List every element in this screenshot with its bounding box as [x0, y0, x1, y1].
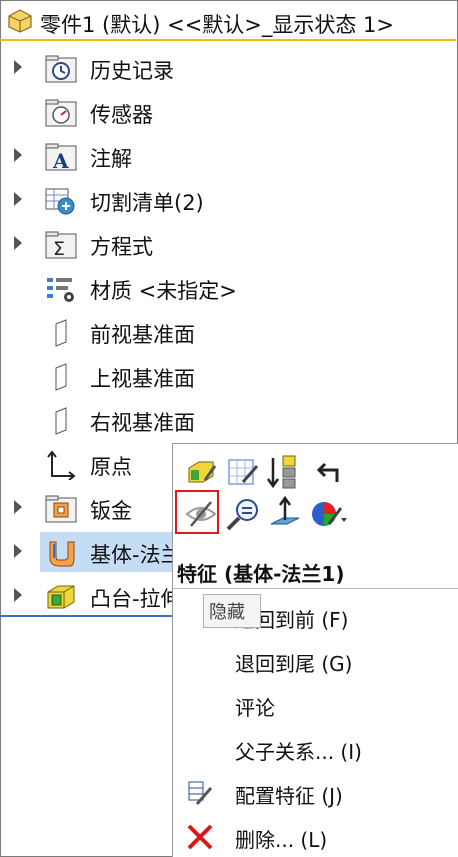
tree-item-sensors[interactable]: 传感器	[0, 92, 456, 132]
sensor-folder-icon	[45, 99, 77, 127]
tree-item-label: 右视基准面	[90, 411, 195, 435]
menu-item-label: 删除... (L)	[235, 828, 328, 852]
expand-arrow-icon[interactable]	[14, 148, 22, 162]
expand-arrow-icon[interactable]	[14, 60, 22, 74]
expand-arrow-icon[interactable]	[14, 192, 22, 206]
expand-arrow-icon[interactable]	[14, 544, 22, 558]
tree-item-cut-list[interactable]: 切割清单(2)	[0, 180, 456, 220]
menu-item-label: 评论	[235, 696, 275, 720]
sheet-metal-folder-icon	[45, 495, 77, 523]
menu-header-label: 特征 (基体-法兰1)	[177, 562, 345, 586]
tree-item-label: 切割清单(2)	[90, 191, 204, 215]
svg-text:A: A	[52, 149, 69, 172]
tree-item-label: 历史记录	[90, 59, 174, 83]
tree-item-material[interactable]: 材质 <未指定>	[0, 268, 456, 308]
menu-item-comment[interactable]: 评论	[173, 684, 458, 724]
plane-icon	[55, 319, 67, 347]
normal-to-icon[interactable]	[265, 494, 305, 534]
menu-item-delete[interactable]: 删除... (L)	[173, 816, 458, 856]
tree-item-label: 原点	[90, 455, 132, 479]
equation-folder-icon: Σ	[45, 231, 77, 260]
part-icon	[8, 9, 32, 33]
zoom-to-selection-icon[interactable]	[223, 494, 263, 534]
tree-item-equations[interactable]: Σ 方程式	[0, 224, 456, 264]
plane-icon	[55, 407, 67, 435]
tree-item-label: 传感器	[90, 103, 153, 127]
rollback-icon[interactable]	[265, 452, 305, 492]
expand-arrow-icon[interactable]	[14, 236, 22, 250]
tree-item-label: 材质 <未指定>	[90, 279, 237, 303]
tooltip-text: 隐藏	[209, 602, 245, 623]
tree-item-front-plane[interactable]: 前视基准面	[0, 312, 456, 352]
menu-item-rollback-to-end[interactable]: 退回到尾 (G)	[173, 640, 458, 680]
annotation-folder-icon: A	[45, 143, 77, 172]
menu-item-label: 退回到尾 (G)	[235, 652, 353, 676]
delete-icon	[187, 824, 213, 850]
material-icon	[47, 278, 74, 302]
menu-item-parent-child[interactable]: 父子关系... (I)	[173, 728, 458, 768]
tree-item-label: 注解	[90, 147, 132, 171]
boss-extrude-icon	[47, 585, 75, 609]
origin-icon	[47, 450, 76, 480]
edit-sketch-icon[interactable]	[223, 452, 263, 492]
tree-item-label: 上视基准面	[90, 367, 195, 391]
expand-arrow-icon[interactable]	[14, 500, 22, 514]
plane-icon	[55, 363, 67, 391]
tree-item-history[interactable]: 历史记录	[0, 48, 456, 88]
expand-arrow-icon[interactable]	[14, 588, 22, 602]
cut-list-icon	[45, 188, 75, 215]
tooltip: 隐藏	[203, 594, 261, 628]
tree-item-label: 前视基准面	[90, 323, 195, 347]
menu-item-configure-feature[interactable]: 配置特征 (J)	[173, 772, 458, 812]
menu-header: 特征 (基体-法兰1)	[173, 552, 458, 589]
tree-item-annotations[interactable]: A 注解	[0, 136, 456, 176]
hide-button-highlight	[175, 490, 219, 534]
part-title: 零件1 (默认) <<默认>_显示状态 1>	[40, 13, 395, 37]
base-flange-icon	[49, 541, 75, 567]
edit-feature-icon[interactable]	[181, 452, 221, 492]
menu-item-label: 配置特征 (J)	[235, 784, 343, 808]
title-underline	[0, 39, 456, 41]
svg-text:Σ: Σ	[53, 238, 65, 260]
feature-tree-root[interactable]: 零件1 (默认) <<默认>_显示状态 1>	[0, 0, 456, 40]
tree-item-right-plane[interactable]: 右视基准面	[0, 400, 456, 440]
tree-bottom-divider	[0, 615, 178, 617]
tree-item-top-plane[interactable]: 上视基准面	[0, 356, 456, 396]
tree-item-label: 钣金	[90, 499, 132, 523]
appearance-icon[interactable]	[307, 494, 347, 534]
context-menu: 特征 (基体-法兰1) 退回到前 (F) 退回到尾 (G) 评论 父子关系...…	[172, 546, 458, 857]
history-folder-icon	[45, 55, 77, 83]
menu-item-label: 父子关系... (I)	[235, 740, 362, 764]
tree-item-label: 方程式	[90, 235, 153, 259]
configure-feature-icon	[188, 781, 213, 805]
back-arrow-icon[interactable]	[307, 452, 347, 492]
